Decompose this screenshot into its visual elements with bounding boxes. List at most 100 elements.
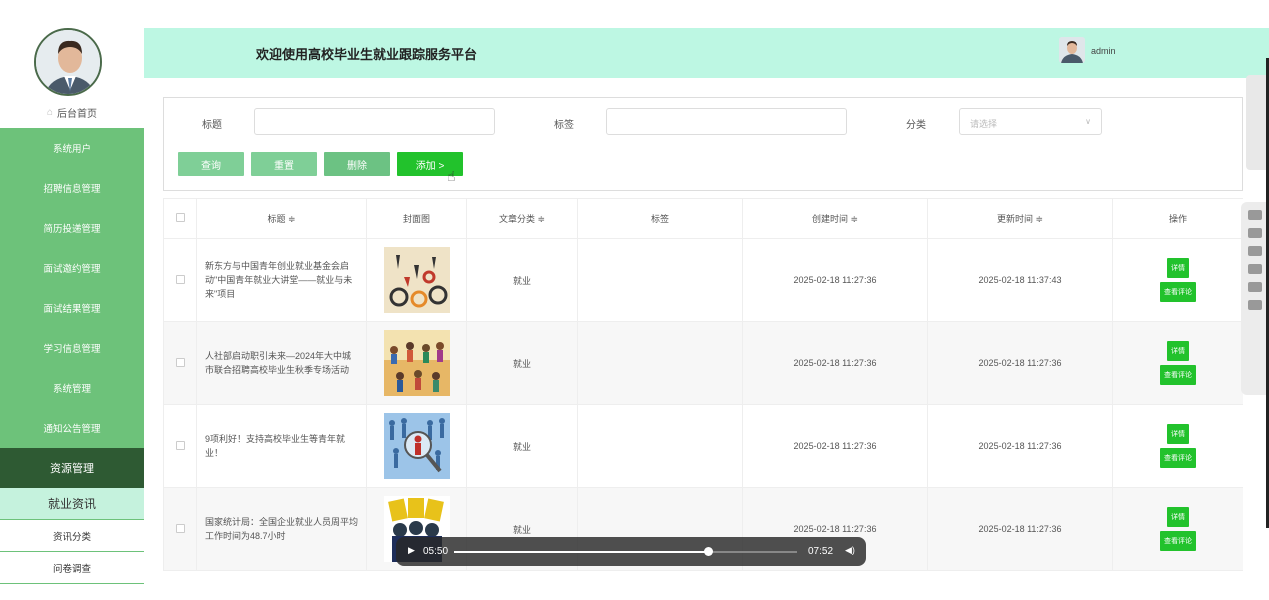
row-actions: 详情 查看评论	[1113, 341, 1243, 385]
sidebar-subitem-survey[interactable]: 问卷调查	[0, 552, 144, 584]
tool-icon[interactable]	[1248, 264, 1262, 274]
floating-tool-panel[interactable]	[1241, 202, 1269, 395]
video-progress-handle[interactable]	[703, 547, 713, 556]
select-all-checkbox[interactable]	[175, 213, 185, 222]
row-cover	[366, 238, 467, 322]
row-category: 就业	[466, 404, 578, 488]
table-row: 9项利好！支持高校毕业生等青年就业！ 就业 2025-02-18 11:27:3…	[163, 404, 1243, 488]
row-title: 9项利好！支持高校毕业生等青年就业！	[196, 404, 367, 488]
row-updated: 2025-02-18 11:27:36	[927, 487, 1113, 571]
col-cover: 封面图	[366, 198, 467, 239]
page-title: 欢迎使用高校毕业生就业跟踪服务平台	[256, 47, 478, 62]
sidebar-item-resources[interactable]: 资源管理	[0, 448, 144, 488]
sidebar-item-recruitment[interactable]: 招聘信息管理	[0, 168, 144, 208]
sidebar-item-interview-invite[interactable]: 面试邀约管理	[0, 248, 144, 288]
category-filter-label: 分类	[906, 120, 926, 131]
row-actions: 详情 查看评论	[1113, 258, 1243, 302]
tool-icon[interactable]	[1248, 282, 1262, 292]
tool-icon[interactable]	[1248, 210, 1262, 220]
chevron-down-icon: ∨	[1085, 117, 1091, 126]
title-filter-input[interactable]	[254, 108, 495, 135]
home-icon: ⌂	[46, 106, 54, 118]
sidebar-item-resume[interactable]: 简历投递管理	[0, 208, 144, 248]
sidebar-item-system[interactable]: 系统管理	[0, 368, 144, 408]
delete-button[interactable]: 删除	[324, 152, 390, 176]
row-actions: 详情 查看评论	[1113, 507, 1243, 551]
view-comments-button[interactable]: 查看评论	[1160, 448, 1196, 468]
search-panel: 标题 标签 分类 请选择 ∨ 查询 重置 删除 添加 >	[163, 97, 1243, 191]
row-updated: 2025-02-18 11:27:36	[927, 404, 1113, 488]
cover-image	[383, 247, 450, 313]
video-control-bar[interactable]: ▶ 05:50 07:52 ◀)	[396, 537, 866, 566]
username[interactable]: admin	[1091, 46, 1116, 56]
select-all-cell[interactable]	[163, 198, 197, 239]
sidebar-item-notice[interactable]: 通知公告管理	[0, 408, 144, 448]
volume-icon[interactable]: ◀)	[845, 545, 855, 556]
row-updated: 2025-02-18 11:37:43	[927, 238, 1113, 322]
row-actions: 详情 查看评论	[1113, 424, 1243, 468]
row-checkbox[interactable]	[175, 440, 185, 450]
cover-image	[383, 413, 450, 479]
cover-image	[383, 330, 450, 396]
tool-icon[interactable]	[1248, 246, 1262, 256]
sidebar-item-interview-result[interactable]: 面试结果管理	[0, 288, 144, 328]
row-cover	[366, 321, 467, 405]
row-checkbox[interactable]	[175, 274, 185, 284]
table-row: 新东方与中国青年创业就业基金会启动"中国青年就业大讲堂——就业与未来"项目 就业…	[163, 238, 1243, 322]
tool-icon[interactable]	[1248, 300, 1262, 310]
home-link[interactable]: ⌂ 后台首页	[0, 98, 144, 126]
user-avatar[interactable]	[1059, 37, 1085, 63]
row-title: 人社部启动职引未来—2024年大中城市联合招聘高校毕业生秋季专场活动	[196, 321, 367, 405]
detail-button[interactable]: 详情	[1167, 424, 1189, 444]
row-created: 2025-02-18 11:27:36	[742, 321, 928, 405]
row-tag	[577, 238, 743, 322]
category-select[interactable]: 请选择 ∨	[959, 108, 1102, 135]
category-select-placeholder: 请选择	[970, 119, 998, 129]
table-row: 人社部启动职引未来—2024年大中城市联合招聘高校毕业生秋季专场活动 就业 20…	[163, 321, 1243, 405]
col-category[interactable]: 文章分类 ≑	[466, 198, 578, 239]
row-cover	[366, 404, 467, 488]
tag-filter-label: 标签	[554, 120, 574, 131]
title-filter-label: 标题	[202, 120, 222, 131]
sidebar-item-learning[interactable]: 学习信息管理	[0, 328, 144, 368]
row-checkbox[interactable]	[175, 357, 185, 367]
video-current-time: 05:50	[423, 546, 449, 557]
video-progress-track[interactable]	[454, 547, 797, 556]
query-button[interactable]: 查询	[178, 152, 244, 176]
header: 欢迎使用高校毕业生就业跟踪服务平台 admin	[144, 28, 1269, 78]
view-comments-button[interactable]: 查看评论	[1160, 531, 1196, 551]
row-created: 2025-02-18 11:27:36	[742, 404, 928, 488]
sidebar-subitem-news-category[interactable]: 资讯分类	[0, 520, 144, 552]
row-created: 2025-02-18 11:27:36	[742, 238, 928, 322]
tag-filter-input[interactable]	[606, 108, 847, 135]
video-total-time: 07:52	[808, 546, 834, 557]
sidebar-subitem-news[interactable]: 就业资讯	[0, 488, 144, 520]
sidebar-menu: 系统用户 招聘信息管理 简历投递管理 面试邀约管理 面试结果管理 学习信息管理 …	[0, 128, 144, 584]
sidebar-item-system-users[interactable]: 系统用户	[0, 128, 144, 168]
row-tag	[577, 321, 743, 405]
row-title: 新东方与中国青年创业就业基金会启动"中国青年就业大讲堂——就业与未来"项目	[196, 238, 367, 322]
detail-button[interactable]: 详情	[1167, 341, 1189, 361]
avatar[interactable]	[34, 28, 102, 96]
col-title[interactable]: 标题 ≑	[196, 198, 367, 239]
view-comments-button[interactable]: 查看评论	[1160, 365, 1196, 385]
row-tag	[577, 404, 743, 488]
view-comments-button[interactable]: 查看评论	[1160, 282, 1196, 302]
table-header-row: 标题 ≑ 封面图 文章分类 ≑ 标签 创建时间 ≑ 更新时间 ≑ 操作	[163, 198, 1243, 239]
row-updated: 2025-02-18 11:27:36	[927, 321, 1113, 405]
home-label: 后台首页	[57, 108, 98, 120]
detail-button[interactable]: 详情	[1167, 507, 1189, 527]
col-updated[interactable]: 更新时间 ≑	[927, 198, 1113, 239]
play-icon[interactable]: ▶	[408, 545, 415, 556]
row-category: 就业	[466, 238, 578, 322]
row-title: 国家统计局：全国企业就业人员周平均工作时间为48.7小时	[196, 487, 367, 571]
tool-icon[interactable]	[1248, 228, 1262, 238]
col-tag: 标签	[577, 198, 743, 239]
detail-button[interactable]: 详情	[1167, 258, 1189, 278]
reset-button[interactable]: 重置	[251, 152, 317, 176]
col-created[interactable]: 创建时间 ≑	[742, 198, 928, 239]
row-checkbox[interactable]	[175, 523, 185, 533]
col-actions: 操作	[1112, 198, 1243, 239]
video-progress-fill	[454, 551, 708, 553]
news-table: 标题 ≑ 封面图 文章分类 ≑ 标签 创建时间 ≑ 更新时间 ≑ 操作 新东方与…	[163, 198, 1243, 580]
